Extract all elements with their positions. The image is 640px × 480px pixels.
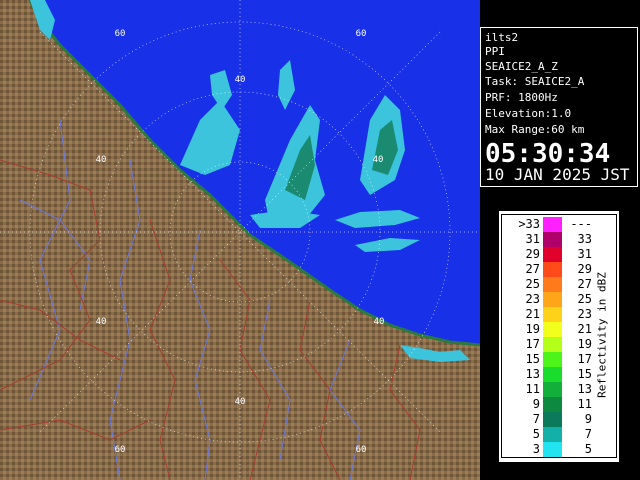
legend-color-swatch bbox=[543, 412, 562, 427]
legend-low-value: 19 bbox=[525, 322, 540, 336]
legend-high-value: 33 bbox=[577, 232, 592, 246]
legend-high-value: 21 bbox=[577, 322, 592, 336]
legend-low-value: 5 bbox=[532, 427, 540, 441]
range-label-40-east: 40 bbox=[373, 155, 384, 165]
legend-low-value: 9 bbox=[532, 397, 540, 411]
legend-high-value: 13 bbox=[577, 382, 592, 396]
legend-high-value: 7 bbox=[584, 427, 592, 441]
legend-high-value: 9 bbox=[584, 412, 592, 426]
legend-row: 79 bbox=[502, 412, 618, 427]
range-label-40-southeast: 40 bbox=[374, 317, 385, 327]
legend-low-value: 23 bbox=[525, 292, 540, 306]
legend-high-value: 15 bbox=[577, 367, 592, 381]
legend-color-swatch bbox=[543, 217, 562, 232]
legend-color-swatch bbox=[543, 337, 562, 352]
legend-low-value: 11 bbox=[525, 382, 540, 396]
legend-color-swatch bbox=[543, 367, 562, 382]
legend-high-value: 23 bbox=[577, 307, 592, 321]
range-label-60-nw: 60 bbox=[115, 29, 126, 39]
legend-row: >33 --- bbox=[502, 217, 618, 232]
legend-row: 57 bbox=[502, 427, 618, 442]
range-label-60-sw: 60 bbox=[115, 445, 126, 455]
legend-low-value: 3 bbox=[532, 442, 540, 456]
legend-low-value: 15 bbox=[525, 352, 540, 366]
max-range-value: Max Range:60 km bbox=[485, 123, 585, 136]
legend-high-value: 11 bbox=[577, 397, 592, 411]
product-type: PPI bbox=[485, 45, 505, 58]
legend-row: 29 31 bbox=[502, 247, 618, 262]
range-label-60-se: 60 bbox=[356, 445, 367, 455]
radar-info-panel: ilts2 PPI SEAICE2_A_Z Task: SEAICE2_A PR… bbox=[480, 27, 638, 187]
legend-color-swatch bbox=[543, 382, 562, 397]
legend-color-swatch bbox=[543, 292, 562, 307]
task-name: Task: SEAICE2_A bbox=[485, 75, 585, 88]
range-label-40-south: 40 bbox=[235, 397, 246, 407]
legend-low-value: 31 bbox=[525, 232, 540, 246]
range-label-40-southwest: 40 bbox=[96, 317, 107, 327]
legend-low-value: 21 bbox=[525, 307, 540, 321]
scan-time: 05:30:34 bbox=[485, 139, 611, 169]
legend-high-value: 31 bbox=[577, 247, 592, 261]
legend-color-swatch bbox=[543, 277, 562, 292]
elevation-value: Elevation:1.0 bbox=[485, 107, 572, 120]
legend-row: 9 11 bbox=[502, 397, 618, 412]
legend-row: 31 33 bbox=[502, 232, 618, 247]
legend-low-value: 29 bbox=[525, 247, 540, 261]
legend-color-swatch bbox=[543, 442, 562, 457]
prf-value: PRF: 1800Hz bbox=[485, 91, 558, 104]
legend-low-value: 27 bbox=[525, 262, 540, 276]
legend-high-value: 17 bbox=[577, 352, 592, 366]
legend-high-value: --- bbox=[570, 217, 592, 231]
legend-low-value: 7 bbox=[532, 412, 540, 426]
legend-color-swatch bbox=[543, 427, 562, 442]
legend-high-value: 27 bbox=[577, 277, 592, 291]
legend-low-value: 13 bbox=[525, 367, 540, 381]
legend-color-swatch bbox=[543, 397, 562, 412]
legend-title: Reflectivity in dBZ bbox=[595, 272, 609, 398]
legend-row: 35 bbox=[502, 442, 618, 457]
legend-color-swatch bbox=[543, 352, 562, 367]
legend-color-swatch bbox=[543, 262, 562, 277]
range-label-60-ne: 60 bbox=[356, 29, 367, 39]
legend-frame: >33 --- 31 33 29 31 27 29 25 27 23 25 21 23 19 21 17 19 15… bbox=[501, 214, 617, 458]
scan-name: SEAICE2_A_Z bbox=[485, 60, 558, 73]
scan-date: 10 JAN 2025 JST bbox=[485, 165, 630, 184]
legend-low-value: >33 bbox=[518, 217, 540, 231]
site-name: ilts2 bbox=[485, 31, 519, 44]
legend-color-swatch bbox=[543, 247, 562, 262]
legend-low-value: 17 bbox=[525, 337, 540, 351]
range-label-40-north: 40 bbox=[235, 75, 246, 85]
legend-high-value: 29 bbox=[577, 262, 592, 276]
range-label-40-west: 40 bbox=[96, 155, 107, 165]
reflectivity-legend: >33 --- 31 33 29 31 27 29 25 27 23 25 21 23 19 21 17 19 15… bbox=[498, 210, 620, 463]
legend-color-swatch bbox=[543, 232, 562, 247]
legend-color-swatch bbox=[543, 322, 562, 337]
legend-low-value: 25 bbox=[525, 277, 540, 291]
legend-high-value: 5 bbox=[584, 442, 592, 456]
legend-high-value: 19 bbox=[577, 337, 592, 351]
legend-color-swatch bbox=[543, 307, 562, 322]
legend-high-value: 25 bbox=[577, 292, 592, 306]
radar-ppi-display: 40 40 40 40 40 40 60 60 60 60 bbox=[0, 0, 480, 480]
